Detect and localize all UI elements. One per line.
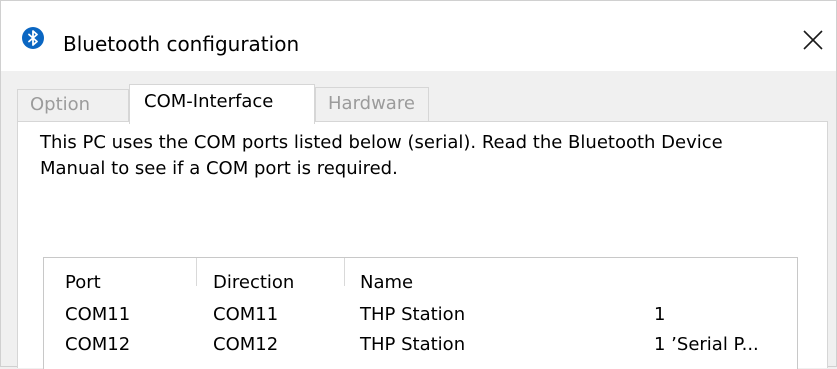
table-row[interactable]: COM11 COM11 THP Station 1: [44, 300, 797, 330]
extra-cell: 1: [654, 304, 666, 325]
close-icon: [803, 30, 823, 50]
close-button[interactable]: [798, 25, 828, 55]
list-header: Port Direction Name: [44, 258, 797, 298]
column-header-direction[interactable]: Direction: [213, 272, 294, 294]
column-header-name[interactable]: Name: [360, 272, 413, 294]
port-cell: COM12: [65, 334, 131, 355]
title-bar: Bluetooth configuration: [1, 1, 836, 71]
description-text: This PC uses the COM ports listed below …: [40, 132, 723, 179]
name-cell: THP Station: [360, 334, 466, 355]
extra-cell: 1 ’Serial P...: [654, 334, 759, 355]
tab-hardware[interactable]: Hardware: [315, 87, 429, 121]
name-cell: THP Station: [360, 304, 466, 325]
com-ports-list[interactable]: Port Direction Name COM11 COM11 THP Stat…: [43, 257, 798, 369]
bluetooth-icon: [22, 27, 44, 49]
window-title: Bluetooth configuration: [63, 32, 300, 56]
bluetooth-configuration-window: Bluetooth configuration Option COM-Inter…: [0, 0, 837, 369]
column-divider[interactable]: [196, 258, 197, 286]
direction-cell: COM11: [213, 304, 279, 325]
direction-cell: COM12: [213, 334, 279, 355]
column-header-port[interactable]: Port: [65, 272, 101, 294]
port-cell: COM11: [65, 304, 131, 325]
table-row[interactable]: COM12 COM12 THP Station 1 ’Serial P...: [44, 330, 797, 360]
com-interface-panel: This PC uses the COM ports listed below …: [17, 121, 828, 369]
tab-option[interactable]: Option: [17, 89, 129, 121]
tab-com-interface[interactable]: COM-Interface: [129, 84, 315, 124]
column-divider[interactable]: [344, 258, 345, 286]
